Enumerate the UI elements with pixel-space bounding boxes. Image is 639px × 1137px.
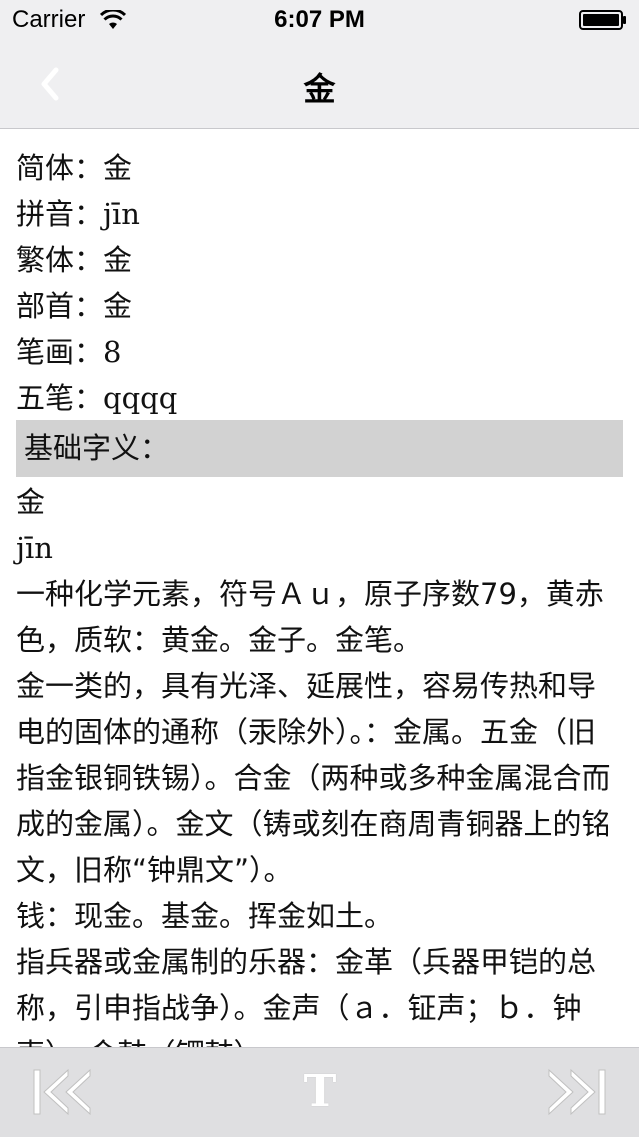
info-row-wubi: 五笔：qqqq [16,375,177,421]
definition-text: 金 jīn 一种化学元素，符号Ａｕ，原子序数79，黄赤色，质软：黄金。金子。金笔… [16,479,624,1047]
content-area[interactable]: 简体：金 拼音：jīn 繁体：金 部首：金 笔画：8 五笔：qqqq 基础字义：… [0,129,639,1047]
info-label: 五笔： [16,381,104,415]
info-row-simplified: 简体：金 [16,145,177,191]
info-value: 8 [103,335,122,369]
font-size-button[interactable]: T [288,1066,352,1118]
page-title: 金 [303,70,336,108]
navigation-bar: 金 [0,40,639,129]
info-row-radical: 部首：金 [16,283,177,329]
info-row-pinyin: 拼音：jīn [16,191,177,237]
definition-pinyin: jīn [16,531,53,565]
skip-back-icon [33,1068,91,1116]
definition-character: 金 [16,485,46,519]
status-time: 6:07 PM [274,6,365,33]
definition-paragraph: 一种化学元素，符号Ａｕ，原子序数79，黄赤色，质软：黄金。金子。金笔。 [16,577,604,657]
skip-forward-icon [548,1068,606,1116]
info-label: 部首： [16,289,104,323]
info-value: 金 [103,243,133,277]
info-row-strokes: 笔画：8 [16,329,177,375]
info-label: 拼音： [16,197,104,231]
info-label: 繁体： [16,243,104,277]
info-value: qqqq [103,381,178,415]
info-label: 笔画： [16,335,104,369]
next-button[interactable] [545,1066,609,1118]
status-bar: Carrier 6:07 PM [0,0,639,40]
bottom-toolbar: T [0,1047,639,1137]
info-label: 简体： [16,151,104,185]
info-value: jīn [103,197,140,231]
info-row-traditional: 繁体：金 [16,237,177,283]
definition-paragraph: 金一类的，具有光泽、延展性，容易传热和导电的固体的通称（汞除外）。：金属。五金（… [16,669,611,887]
definition-paragraph: 钱：现金。基金。挥金如土。 [16,899,394,933]
character-info-list: 简体：金 拼音：jīn 繁体：金 部首：金 笔画：8 五笔：qqqq [16,145,177,421]
info-value: 金 [103,151,133,185]
definition-paragraph: 指兵器或金属制的乐器：金革（兵器甲铠的总称，引申指战争）。金声（ａ．钲声；ｂ．钟… [16,945,597,1047]
font-icon-label: T [303,1066,337,1117]
basic-meaning-header: 基础字义： [16,420,623,477]
battery-icon [579,10,626,30]
info-value: 金 [103,289,133,323]
previous-button[interactable] [30,1066,94,1118]
